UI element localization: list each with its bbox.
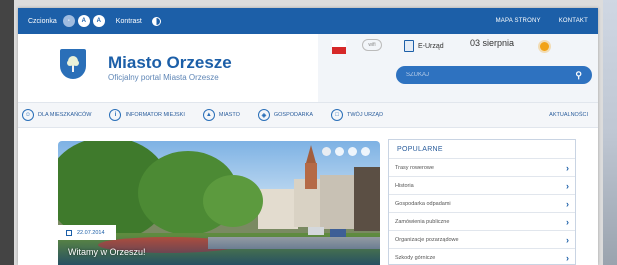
- news-date-badge: 22.07.2014: [58, 225, 116, 240]
- nav-item-news[interactable]: AKTUALNOŚCI: [549, 112, 588, 118]
- popular-box: POPULARNE Trasy rowerowe › Historia › Gosp…: [388, 139, 576, 265]
- sun-icon: [540, 42, 549, 51]
- list-item[interactable]: Szkody górnicze ›: [389, 248, 575, 265]
- site-subtitle: Oficjalny portal Miasta Orzesze: [108, 73, 219, 82]
- slider-dot[interactable]: [361, 147, 370, 156]
- office-icon: □: [331, 109, 343, 121]
- chevron-right-icon: ›: [566, 180, 569, 191]
- e-urzad-link[interactable]: E-Urząd: [404, 40, 444, 52]
- nav-label: DLA MIESZKAŃCÓW: [38, 112, 92, 118]
- nav-label: AKTUALNOŚCI: [549, 112, 588, 118]
- nav-label: MIASTO: [218, 112, 240, 118]
- nav-item-business[interactable]: ◈ GOSPODARKA: [257, 109, 313, 121]
- list-item[interactable]: Gospodarka odpadami ›: [389, 194, 575, 212]
- city-icon: ▲: [202, 109, 215, 121]
- nav-item-city-guide[interactable]: i INFORMATOR MIEJSKI: [109, 109, 185, 121]
- site-frame: Czcionka - A A Kontrast MAPA STRONY KONT…: [18, 8, 598, 265]
- slider-dot[interactable]: [322, 147, 331, 156]
- info-icon: i: [109, 109, 122, 121]
- list-item[interactable]: Trasy rowerowe ›: [389, 158, 575, 176]
- city-crest-logo[interactable]: [60, 49, 86, 79]
- nav-label: TWÓJ URZĄD: [347, 112, 384, 118]
- list-item[interactable]: Zamówienia publiczne ›: [389, 212, 575, 230]
- nav-item-city[interactable]: ▲ MIASTO: [202, 109, 240, 121]
- news-date: 22.07.2014: [77, 229, 105, 236]
- current-date: 03 sierpnia: [470, 38, 515, 48]
- nav-item-residents[interactable]: ☺ DLA MIESZKAŃCÓW: [22, 109, 91, 121]
- slider-dot[interactable]: [335, 147, 344, 156]
- slider-pagination: [318, 147, 370, 156]
- chevron-right-icon: ›: [566, 252, 569, 263]
- chevron-right-icon: ›: [566, 162, 569, 173]
- business-icon: ◈: [257, 109, 270, 121]
- font-decrease-button[interactable]: -: [62, 15, 75, 27]
- font-normal-button[interactable]: A: [77, 15, 90, 27]
- contrast-label: Kontrast: [115, 17, 142, 25]
- page-background-left: [0, 0, 14, 265]
- search-input[interactable]: [406, 72, 576, 78]
- page-background-right: [603, 0, 617, 265]
- top-bar: Czcionka - A A Kontrast MAPA STRONY KONT…: [18, 8, 598, 34]
- hero-slider[interactable]: 22.07.2014 Witamy w Orzeszu!: [58, 141, 380, 265]
- weather-widget: [540, 40, 555, 51]
- slider-dot[interactable]: [348, 147, 357, 156]
- contact-link[interactable]: KONTAKT: [559, 18, 588, 24]
- main-navigation: ☺ DLA MIESZKAŃCÓW i INFORMATOR MIEJSKI ▲…: [18, 102, 598, 128]
- nav-label: INFORMATOR MIEJSKI: [125, 112, 185, 118]
- hero-title[interactable]: Witamy w Orzeszu!: [68, 247, 146, 257]
- chevron-right-icon: ›: [566, 234, 569, 245]
- calendar-icon: [66, 229, 72, 236]
- site-title[interactable]: Miasto Orzesze: [108, 53, 232, 73]
- chevron-right-icon: ›: [566, 216, 569, 227]
- contrast-icon[interactable]: [151, 16, 161, 26]
- list-item[interactable]: Organizacje pozarządowe ›: [389, 230, 575, 248]
- font-size-label: Czcionka: [28, 17, 57, 25]
- font-increase-button[interactable]: A: [92, 15, 105, 27]
- search-icon[interactable]: ⚲: [575, 70, 582, 81]
- site-header: Miasto Orzesze Oficjalny portal Miasta O…: [18, 34, 598, 102]
- nav-item-your-office[interactable]: □ TWÓJ URZĄD: [331, 109, 383, 121]
- list-item[interactable]: Historia ›: [389, 176, 575, 194]
- popular-heading: POPULARNE: [397, 146, 443, 153]
- date-display: 03 sierpnia: [470, 38, 514, 49]
- e-urzad-label: E-Urząd: [418, 42, 444, 50]
- people-icon: ☺: [22, 109, 34, 121]
- flag-icon[interactable]: [332, 40, 346, 54]
- e-office-icon: [404, 40, 414, 52]
- chevron-right-icon: ›: [566, 198, 569, 209]
- nav-label: GOSPODARKA: [273, 112, 313, 118]
- content-area: 22.07.2014 Witamy w Orzeszu! POPULARNE T…: [18, 135, 598, 265]
- sitemap-link[interactable]: MAPA STRONY: [496, 18, 541, 24]
- search-box: ⚲: [396, 66, 592, 84]
- header-utility-panel: wifi E-Urząd 03 sierpnia ⚲: [318, 34, 598, 102]
- wifi-icon[interactable]: wifi: [362, 39, 382, 51]
